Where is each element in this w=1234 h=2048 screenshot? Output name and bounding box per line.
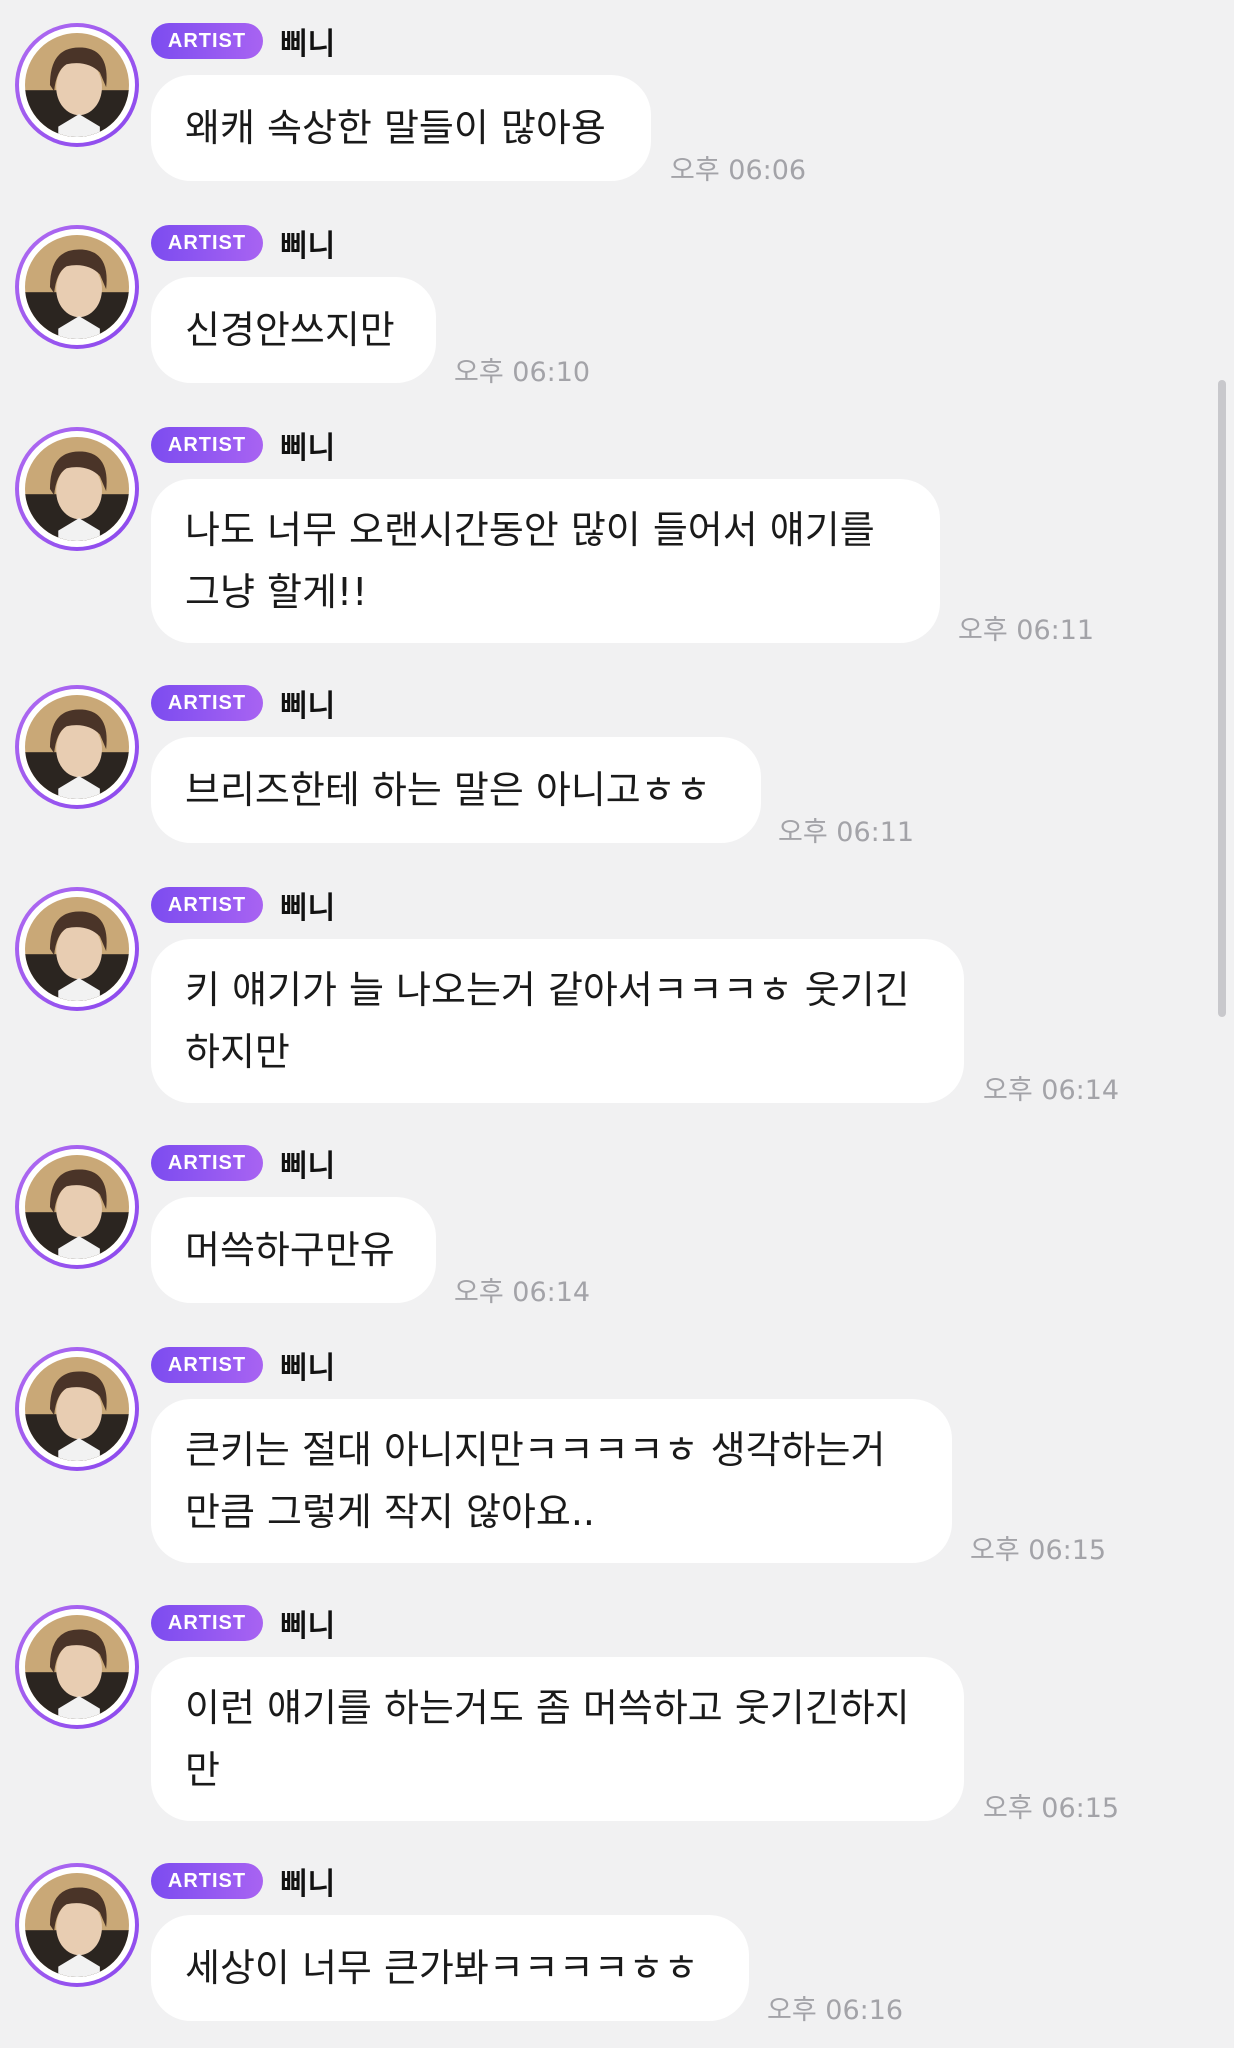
avatar[interactable] xyxy=(15,23,139,147)
message-header: ARTIST 삐니 xyxy=(151,221,335,265)
profile-photo-icon xyxy=(25,1615,129,1719)
message-text: 브리즈한테 하는 말은 아니고ㅎㅎ xyxy=(185,768,711,812)
message-bubble[interactable]: 세상이 너무 큰가봐ㅋㅋㅋㅋㅎㅎ xyxy=(151,1915,749,2021)
message-text: 이런 얘기를 하는거도 좀 머쓱하고 웃기긴하지 xyxy=(185,1686,910,1730)
sender-name[interactable]: 삐니 xyxy=(280,1141,335,1185)
message-header: ARTIST 삐니 xyxy=(151,883,335,927)
message-text: 왜캐 속상한 말들이 많아용 xyxy=(185,106,606,150)
message-text: 세상이 너무 큰가봐ㅋㅋㅋㅋㅎㅎ xyxy=(185,1946,699,1990)
avatar[interactable] xyxy=(15,887,139,1011)
message-text: 머쓱하구만유 xyxy=(185,1228,395,1272)
message-time: 오후 06:16 xyxy=(767,1995,904,2026)
message-time: 오후 06:06 xyxy=(670,155,807,186)
sender-name[interactable]: 삐니 xyxy=(280,423,335,467)
message-bubble[interactable]: 머쓱하구만유 xyxy=(151,1197,436,1303)
artist-badge: ARTIST xyxy=(151,225,263,261)
avatar[interactable] xyxy=(15,1605,139,1729)
message-bubble[interactable]: 이런 얘기를 하는거도 좀 머쓱하고 웃기긴하지 만 xyxy=(151,1657,964,1821)
message-text: 키 얘기가 늘 나오는거 같아서ㅋㅋㅋㅎ 웃기긴 xyxy=(185,968,910,1012)
message-time: 오후 06:10 xyxy=(454,357,591,388)
message-header: ARTIST 삐니 xyxy=(151,423,335,467)
sender-name[interactable]: 삐니 xyxy=(280,1859,335,1903)
profile-photo-icon xyxy=(25,1873,129,1977)
profile-photo-icon xyxy=(25,695,129,799)
message-bubble[interactable]: 왜캐 속상한 말들이 많아용 xyxy=(151,75,651,181)
avatar[interactable] xyxy=(15,1347,139,1471)
chat-message-list[interactable]: ARTIST 삐니 왜캐 속상한 말들이 많아용 오후 06:06 ARTIST… xyxy=(0,0,1234,2048)
avatar[interactable] xyxy=(15,685,139,809)
artist-badge: ARTIST xyxy=(151,1145,263,1181)
message-time: 오후 06:14 xyxy=(454,1277,591,1308)
profile-photo-icon xyxy=(25,235,129,339)
artist-badge: ARTIST xyxy=(151,427,263,463)
message-text: 하지만 xyxy=(185,1030,290,1074)
profile-photo-icon xyxy=(25,897,129,1001)
message-time: 오후 06:14 xyxy=(983,1075,1120,1106)
profile-photo-icon xyxy=(25,437,129,541)
message-time: 오후 06:15 xyxy=(970,1535,1107,1566)
sender-name[interactable]: 삐니 xyxy=(280,19,335,63)
artist-badge: ARTIST xyxy=(151,887,263,923)
artist-badge: ARTIST xyxy=(151,685,263,721)
artist-badge: ARTIST xyxy=(151,1347,263,1383)
message-header: ARTIST 삐니 xyxy=(151,1343,335,1387)
message-header: ARTIST 삐니 xyxy=(151,19,335,63)
sender-name[interactable]: 삐니 xyxy=(280,1601,335,1645)
message-text: 신경안쓰지만 xyxy=(185,308,395,352)
avatar[interactable] xyxy=(15,1145,139,1269)
artist-badge: ARTIST xyxy=(151,1605,263,1641)
message-time: 오후 06:11 xyxy=(778,817,915,848)
message-time: 오후 06:15 xyxy=(983,1793,1120,1824)
message-header: ARTIST 삐니 xyxy=(151,1601,335,1645)
scrollbar[interactable] xyxy=(1218,380,1226,1017)
profile-photo-icon xyxy=(25,1357,129,1461)
message-time: 오후 06:11 xyxy=(958,615,1095,646)
message-header: ARTIST 삐니 xyxy=(151,681,335,725)
message-text: 나도 너무 오랜시간동안 많이 들어서 얘기를 xyxy=(185,508,875,552)
sender-name[interactable]: 삐니 xyxy=(280,221,335,265)
message-bubble[interactable]: 키 얘기가 늘 나오는거 같아서ㅋㅋㅋㅎ 웃기긴 하지만 xyxy=(151,939,964,1103)
sender-name[interactable]: 삐니 xyxy=(280,681,335,725)
message-bubble[interactable]: 큰키는 절대 아니지만ㅋㅋㅋㅋㅎ 생각하는거 만큼 그렇게 작지 않아요.. xyxy=(151,1399,952,1563)
profile-photo-icon xyxy=(25,33,129,137)
message-text: 그냥 할게!! xyxy=(185,570,368,614)
message-text: 큰키는 절대 아니지만ㅋㅋㅋㅋㅎ 생각하는거 xyxy=(185,1428,886,1472)
artist-badge: ARTIST xyxy=(151,1863,263,1899)
profile-photo-icon xyxy=(25,1155,129,1259)
message-bubble[interactable]: 브리즈한테 하는 말은 아니고ㅎㅎ xyxy=(151,737,761,843)
message-bubble[interactable]: 신경안쓰지만 xyxy=(151,277,436,383)
sender-name[interactable]: 삐니 xyxy=(280,883,335,927)
message-text: 만큼 그렇게 작지 않아요.. xyxy=(185,1490,595,1534)
avatar[interactable] xyxy=(15,225,139,349)
message-bubble[interactable]: 나도 너무 오랜시간동안 많이 들어서 얘기를 그냥 할게!! xyxy=(151,479,940,643)
avatar[interactable] xyxy=(15,1863,139,1987)
artist-badge: ARTIST xyxy=(151,23,263,59)
avatar[interactable] xyxy=(15,427,139,551)
message-header: ARTIST 삐니 xyxy=(151,1859,335,1903)
message-header: ARTIST 삐니 xyxy=(151,1141,335,1185)
sender-name[interactable]: 삐니 xyxy=(280,1343,335,1387)
message-text: 만 xyxy=(185,1748,220,1792)
